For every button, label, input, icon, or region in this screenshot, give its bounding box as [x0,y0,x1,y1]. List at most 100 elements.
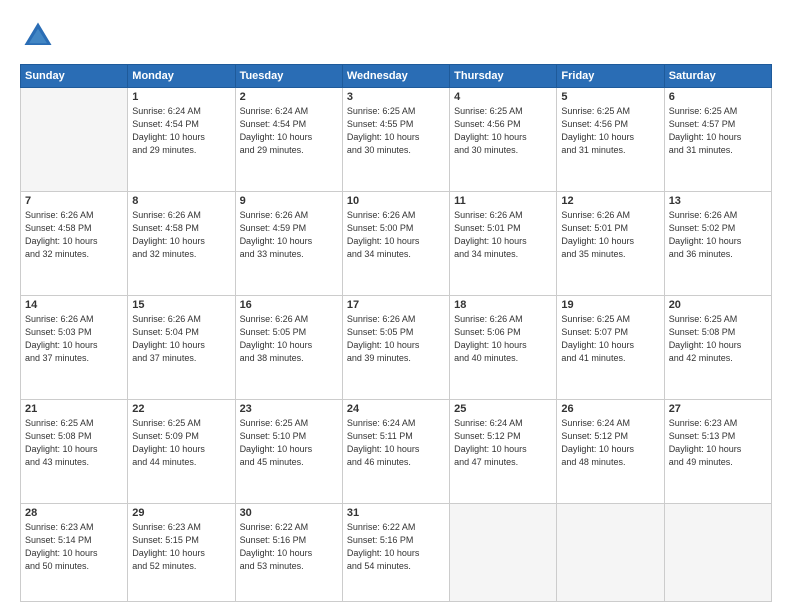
calendar-cell: 29Sunrise: 6:23 AM Sunset: 5:15 PM Dayli… [128,504,235,602]
day-number: 9 [240,195,338,207]
day-info: Sunrise: 6:22 AM Sunset: 5:16 PM Dayligh… [347,521,445,573]
day-info: Sunrise: 6:25 AM Sunset: 5:07 PM Dayligh… [561,313,659,365]
day-number: 4 [454,91,552,103]
day-info: Sunrise: 6:22 AM Sunset: 5:16 PM Dayligh… [240,521,338,573]
calendar-cell: 27Sunrise: 6:23 AM Sunset: 5:13 PM Dayli… [664,400,771,504]
day-number: 5 [561,91,659,103]
day-info: Sunrise: 6:25 AM Sunset: 4:56 PM Dayligh… [454,105,552,157]
calendar-cell: 26 Sunrise: 6:24 AM Sunset: 5:12 PM Dayli… [557,400,664,504]
day-number: 10 [347,195,445,207]
day-number: 2 [240,91,338,103]
day-info: Sunrise: 6:25 AM Sunset: 4:55 PM Dayligh… [347,105,445,157]
calendar-cell: 5 Sunrise: 6:25 AM Sunset: 4:56 PM Daylig… [557,88,664,192]
calendar-cell [664,504,771,602]
day-info: Sunrise: 6:24 AM Sunset: 5:11 PM Dayligh… [347,417,445,469]
day-number: 8 [132,195,230,207]
calendar-header-saturday: Saturday [664,65,771,88]
calendar-cell: 14 Sunrise: 6:26 AM Sunset: 5:03 PM Dayli… [21,296,128,400]
day-number: 14 [25,299,123,311]
day-info: Sunrise: 6:26 AM Sunset: 4:59 PM Dayligh… [240,209,338,261]
calendar-header-row: SundayMondayTuesdayWednesdayThursdayFrid… [21,65,772,88]
calendar-week-row: 28 Sunrise: 6:23 AM Sunset: 5:14 PM Dayli… [21,504,772,602]
day-number: 18 [454,299,552,311]
day-info: Sunrise: 6:23 AM Sunset: 5:14 PM Dayligh… [25,521,123,573]
day-number: 13 [669,195,767,207]
calendar-cell: 4 Sunrise: 6:25 AM Sunset: 4:56 PM Daylig… [450,88,557,192]
calendar-cell: 8 Sunrise: 6:26 AM Sunset: 4:58 PM Daylig… [128,192,235,296]
day-number: 7 [25,195,123,207]
day-number: 1 [132,91,230,103]
calendar-cell [21,88,128,192]
day-info: Sunrise: 6:26 AM Sunset: 5:01 PM Dayligh… [454,209,552,261]
day-number: 19 [561,299,659,311]
calendar-cell: 19 Sunrise: 6:25 AM Sunset: 5:07 PM Dayli… [557,296,664,400]
calendar-header-sunday: Sunday [21,65,128,88]
day-number: 30 [240,507,338,519]
day-number: 3 [347,91,445,103]
calendar-week-row: 1 Sunrise: 6:24 AM Sunset: 4:54 PM Daylig… [21,88,772,192]
day-info: Sunrise: 6:26 AM Sunset: 5:05 PM Dayligh… [347,313,445,365]
day-info: Sunrise: 6:26 AM Sunset: 4:58 PM Dayligh… [132,209,230,261]
calendar-week-row: 14 Sunrise: 6:26 AM Sunset: 5:03 PM Dayli… [21,296,772,400]
day-info: Sunrise: 6:26 AM Sunset: 5:06 PM Dayligh… [454,313,552,365]
calendar-header-monday: Monday [128,65,235,88]
day-number: 12 [561,195,659,207]
day-number: 27 [669,403,767,415]
calendar-cell: 3 Sunrise: 6:25 AM Sunset: 4:55 PM Daylig… [342,88,449,192]
day-info: Sunrise: 6:24 AM Sunset: 5:12 PM Dayligh… [561,417,659,469]
logo-icon [20,18,56,54]
calendar-cell: 12Sunrise: 6:26 AM Sunset: 5:01 PM Dayli… [557,192,664,296]
day-info: Sunrise: 6:26 AM Sunset: 4:58 PM Dayligh… [25,209,123,261]
calendar-week-row: 21 Sunrise: 6:25 AM Sunset: 5:08 PM Dayli… [21,400,772,504]
day-number: 6 [669,91,767,103]
day-info: Sunrise: 6:26 AM Sunset: 5:00 PM Dayligh… [347,209,445,261]
calendar-week-row: 7 Sunrise: 6:26 AM Sunset: 4:58 PM Daylig… [21,192,772,296]
calendar-cell: 20 Sunrise: 6:25 AM Sunset: 5:08 PM Dayli… [664,296,771,400]
day-number: 11 [454,195,552,207]
calendar-cell: 23 Sunrise: 6:25 AM Sunset: 5:10 PM Dayli… [235,400,342,504]
calendar-cell: 11 Sunrise: 6:26 AM Sunset: 5:01 PM Dayli… [450,192,557,296]
calendar-cell: 9 Sunrise: 6:26 AM Sunset: 4:59 PM Daylig… [235,192,342,296]
day-info: Sunrise: 6:23 AM Sunset: 5:15 PM Dayligh… [132,521,230,573]
calendar-header-thursday: Thursday [450,65,557,88]
calendar-cell: 18 Sunrise: 6:26 AM Sunset: 5:06 PM Dayli… [450,296,557,400]
calendar-cell: 28 Sunrise: 6:23 AM Sunset: 5:14 PM Dayli… [21,504,128,602]
calendar-cell: 13 Sunrise: 6:26 AM Sunset: 5:02 PM Dayli… [664,192,771,296]
calendar-cell: 10 Sunrise: 6:26 AM Sunset: 5:00 PM Dayli… [342,192,449,296]
calendar-cell: 15Sunrise: 6:26 AM Sunset: 5:04 PM Dayli… [128,296,235,400]
day-number: 22 [132,403,230,415]
day-info: Sunrise: 6:26 AM Sunset: 5:03 PM Dayligh… [25,313,123,365]
day-info: Sunrise: 6:26 AM Sunset: 5:02 PM Dayligh… [669,209,767,261]
day-info: Sunrise: 6:25 AM Sunset: 4:56 PM Dayligh… [561,105,659,157]
calendar-cell: 7 Sunrise: 6:26 AM Sunset: 4:58 PM Daylig… [21,192,128,296]
day-info: Sunrise: 6:25 AM Sunset: 5:10 PM Dayligh… [240,417,338,469]
day-number: 28 [25,507,123,519]
calendar-cell: 25Sunrise: 6:24 AM Sunset: 5:12 PM Dayli… [450,400,557,504]
day-number: 26 [561,403,659,415]
day-info: Sunrise: 6:24 AM Sunset: 4:54 PM Dayligh… [132,105,230,157]
calendar-cell: 6 Sunrise: 6:25 AM Sunset: 4:57 PM Daylig… [664,88,771,192]
calendar-cell: 22 Sunrise: 6:25 AM Sunset: 5:09 PM Dayli… [128,400,235,504]
day-number: 31 [347,507,445,519]
day-info: Sunrise: 6:25 AM Sunset: 5:08 PM Dayligh… [669,313,767,365]
calendar-header-wednesday: Wednesday [342,65,449,88]
logo [20,18,62,54]
calendar-cell: 31 Sunrise: 6:22 AM Sunset: 5:16 PM Dayli… [342,504,449,602]
calendar-cell: 30 Sunrise: 6:22 AM Sunset: 5:16 PM Dayli… [235,504,342,602]
calendar-cell: 1 Sunrise: 6:24 AM Sunset: 4:54 PM Daylig… [128,88,235,192]
day-number: 24 [347,403,445,415]
calendar-cell: 2 Sunrise: 6:24 AM Sunset: 4:54 PM Daylig… [235,88,342,192]
day-number: 15 [132,299,230,311]
day-info: Sunrise: 6:25 AM Sunset: 5:09 PM Dayligh… [132,417,230,469]
calendar-header-tuesday: Tuesday [235,65,342,88]
calendar-cell: 21 Sunrise: 6:25 AM Sunset: 5:08 PM Dayli… [21,400,128,504]
day-number: 16 [240,299,338,311]
day-info: Sunrise: 6:25 AM Sunset: 4:57 PM Dayligh… [669,105,767,157]
day-info: Sunrise: 6:24 AM Sunset: 4:54 PM Dayligh… [240,105,338,157]
calendar-cell [557,504,664,602]
day-number: 20 [669,299,767,311]
day-info: Sunrise: 6:25 AM Sunset: 5:08 PM Dayligh… [25,417,123,469]
calendar-cell: 24 Sunrise: 6:24 AM Sunset: 5:11 PM Dayli… [342,400,449,504]
day-number: 21 [25,403,123,415]
day-number: 23 [240,403,338,415]
